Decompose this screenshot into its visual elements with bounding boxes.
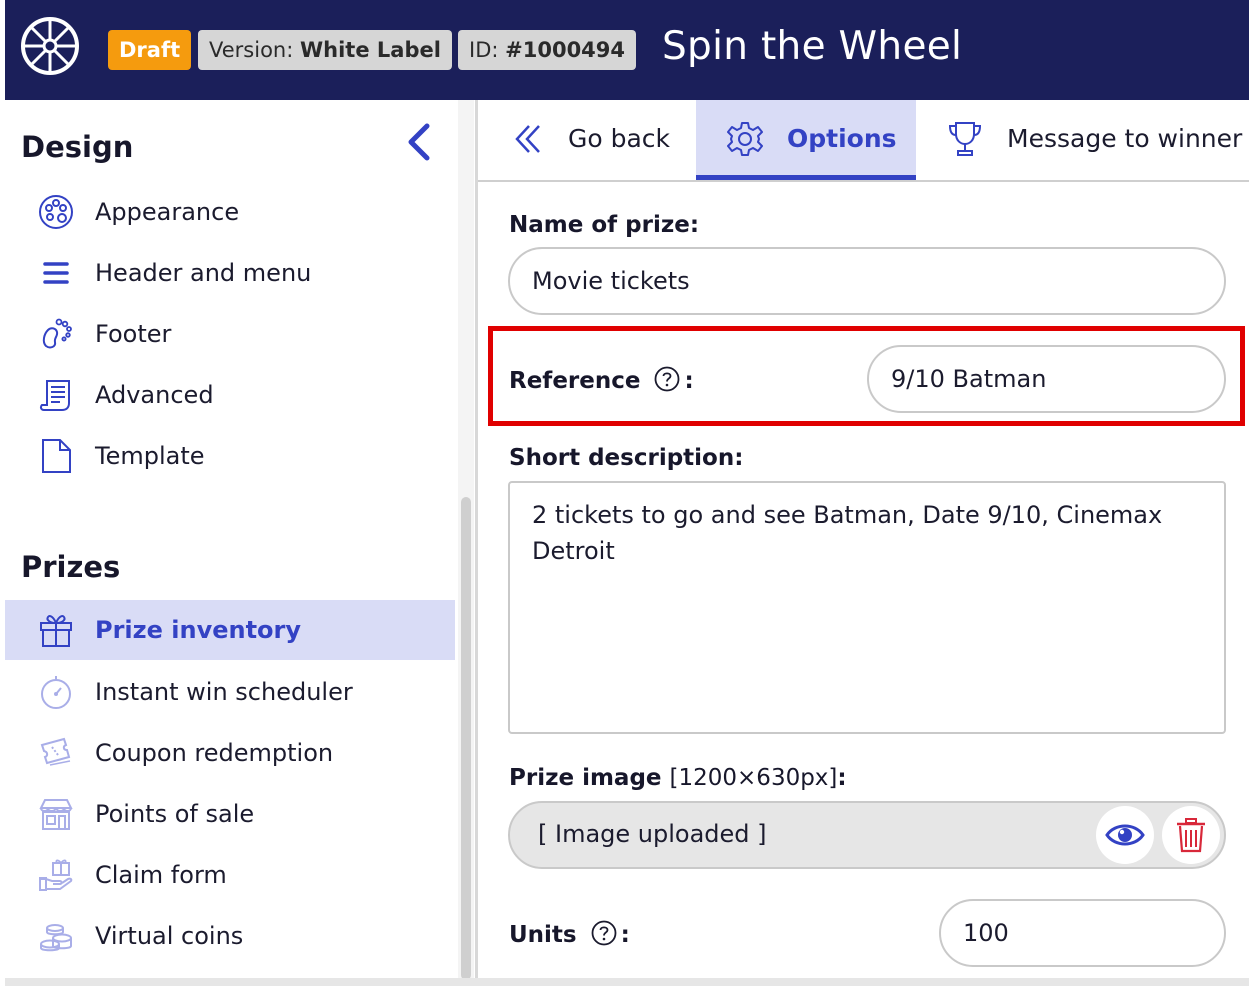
trophy-icon — [948, 122, 982, 156]
sidebar-item-label: Appearance — [95, 198, 240, 226]
sidebar-scrollbar-thumb[interactable] — [461, 497, 471, 980]
prizes-section-title: Prizes — [21, 550, 121, 584]
short-description-textarea[interactable]: 2 tickets to go and see Batman, Date 9/1… — [508, 481, 1226, 734]
sidebar-item-points-of-sale[interactable]: Points of sale — [5, 784, 455, 844]
units-label-group: Units: — [509, 920, 630, 948]
sidebar-item-label: Prize inventory — [95, 616, 302, 644]
status-badge: Draft — [108, 30, 192, 70]
name-of-prize-value: Movie tickets — [532, 267, 690, 295]
prize-image-label-group: Prize image [1200×630px]: — [509, 765, 847, 791]
sidebar-item-label: Header and menu — [95, 259, 312, 287]
hand-gift-icon — [39, 859, 73, 891]
sidebar-item-label: Virtual coins — [95, 922, 244, 950]
name-of-prize-label: Name of prize: — [509, 212, 700, 238]
collapse-sidebar-chevron-icon[interactable] — [403, 122, 439, 162]
reference-value: 9/10 Batman — [891, 365, 1047, 393]
units-input[interactable]: 100 — [939, 899, 1226, 967]
sidebar-item-prize-inventory[interactable]: Prize inventory — [5, 600, 455, 660]
sidebar-item-template[interactable]: Template — [5, 426, 455, 486]
sidebar-item-virtual-coins[interactable]: Virtual coins — [5, 906, 455, 966]
version-label: Version: — [209, 38, 294, 62]
tab-go-back[interactable]: Go back — [478, 100, 696, 180]
sidebar-item-label: Claim form — [95, 861, 227, 889]
scroll-document-icon — [39, 380, 70, 411]
sidebar-item-label: Coupon redemption — [95, 739, 334, 767]
sidebar-item-label: Instant win scheduler — [95, 678, 353, 706]
image-status: [ Image uploaded ] — [538, 820, 767, 848]
reference-label-group: Reference: — [509, 366, 694, 394]
top-bar: Draft Version: White Label ID: #1000494 … — [5, 0, 1249, 100]
reference-input[interactable]: 9/10 Batman — [867, 345, 1226, 413]
storefront-icon — [39, 799, 73, 830]
sidebar-item-header-and-menu[interactable]: Header and menu — [5, 243, 455, 303]
units-value: 100 — [963, 919, 1009, 947]
preview-image-button[interactable] — [1096, 806, 1154, 864]
sidebar-item-label: Points of sale — [95, 800, 255, 828]
page-title: Spin the Wheel — [662, 24, 963, 69]
version-badge: Version: White Label — [198, 30, 452, 70]
gift-icon — [40, 614, 72, 647]
delete-image-button[interactable] — [1162, 806, 1220, 864]
prize-image-size: [1200×630px] — [669, 765, 838, 791]
sidebar-item-claim-form[interactable]: Claim form — [5, 845, 455, 905]
sidebar: Design Appearance Header and menu Footer — [5, 100, 455, 980]
tab-label: Go back — [568, 124, 671, 153]
eye-icon — [1105, 824, 1145, 846]
footprint-icon — [42, 318, 72, 349]
sidebar-item-label: Template — [95, 442, 205, 470]
design-section-title: Design — [21, 130, 134, 164]
name-of-prize-input[interactable]: Movie tickets — [508, 247, 1226, 315]
help-icon[interactable] — [654, 366, 680, 392]
hamburger-menu-icon — [43, 262, 69, 284]
sidebar-item-coupon-redemption[interactable]: Coupon redemption — [5, 723, 455, 783]
tab-options[interactable]: Options — [696, 100, 916, 180]
palette-icon — [39, 195, 73, 229]
sidebar-item-label: Advanced — [95, 381, 214, 409]
reference-colon: : — [684, 368, 694, 394]
blank-page-icon — [42, 439, 71, 473]
tab-label: Message to winner — [1007, 124, 1243, 153]
tab-label: Options — [787, 124, 897, 153]
stopwatch-icon — [41, 676, 71, 709]
sidebar-item-label: Footer — [95, 320, 172, 348]
trash-icon — [1177, 818, 1205, 853]
reference-label: Reference — [509, 368, 641, 394]
sidebar-item-instant-win-scheduler[interactable]: Instant win scheduler — [5, 662, 455, 722]
id-badge: ID: #1000494 — [458, 30, 637, 70]
sidebar-item-footer[interactable]: Footer — [5, 304, 455, 364]
units-label: Units — [509, 922, 577, 948]
short-description-value: 2 tickets to go and see Batman, Date 9/1… — [532, 501, 1163, 565]
bottom-edge — [5, 978, 1249, 986]
coins-icon — [40, 924, 72, 952]
sidebar-item-appearance[interactable]: Appearance — [5, 182, 455, 242]
prize-image-label: Prize image — [509, 765, 662, 791]
coupon-icon — [40, 737, 71, 766]
short-description-label: Short description: — [509, 445, 744, 471]
id-value: #1000494 — [505, 38, 626, 62]
sidebar-item-advanced[interactable]: Advanced — [5, 365, 455, 425]
prize-image-field: [ Image uploaded ] — [508, 801, 1226, 869]
panel-divider — [475, 100, 478, 980]
wheel-icon[interactable] — [19, 15, 81, 77]
units-colon: : — [620, 922, 630, 948]
tab-bar: Go back Options Message to winner — [478, 100, 1249, 182]
prize-image-colon: : — [837, 765, 847, 791]
gear-icon — [727, 122, 763, 156]
tab-message-to-winner[interactable]: Message to winner — [916, 100, 1249, 180]
help-icon[interactable] — [591, 920, 617, 946]
id-label: ID: — [469, 38, 499, 62]
double-chevron-left-icon — [515, 125, 540, 153]
version-value: White Label — [300, 38, 441, 62]
